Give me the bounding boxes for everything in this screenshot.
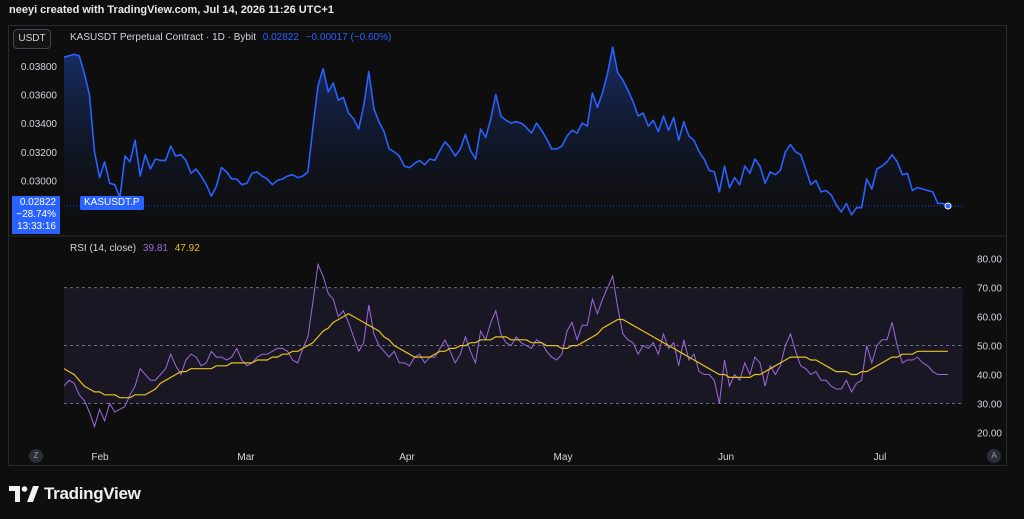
time-axis-tick: May	[554, 452, 573, 463]
rsi-ma-value: 47.92	[174, 243, 200, 254]
time-axis-tick: Apr	[399, 452, 415, 463]
price-legend: KASUSDT Perpetual Contract · 1D · Bybit …	[70, 32, 391, 43]
time-axis-tick: Feb	[91, 452, 109, 463]
rsi-axis-tick: 80.00	[977, 255, 1002, 266]
rsi-title: RSI (14, close)	[70, 243, 137, 254]
price-area-fill	[64, 47, 948, 223]
symbol-tag: KASUSDT.P	[80, 196, 144, 210]
rsi-axis-tick: 60.00	[977, 313, 1002, 324]
rsi-axis-tick: 20.00	[977, 428, 1002, 439]
auto-scale-button[interactable]: A	[987, 449, 1001, 463]
price-axis-tick: 0.03400	[21, 119, 58, 130]
rsi-axis-tick: 30.00	[977, 399, 1002, 410]
last-price-tag: 0.02822 −28.74% 13:33:16	[12, 196, 60, 234]
price-axis-tick: 0.03600	[21, 90, 58, 101]
time-axis-tick: Jun	[718, 452, 734, 463]
last-price-tag-pct: −28.74%	[16, 209, 56, 220]
last-price-marker	[944, 202, 952, 210]
last-price-tag-price: 0.02822	[19, 197, 56, 208]
rsi-legend: RSI (14, close) 39.81 47.92	[70, 243, 200, 254]
time-axis-tick: Mar	[237, 452, 255, 463]
rsi-axis-tick: 70.00	[977, 284, 1002, 295]
tradingview-wordmark: TradingView	[44, 484, 141, 503]
last-price-value: 0.02822	[262, 32, 299, 43]
price-change-value: −0.00017 (−0.60%)	[305, 32, 392, 43]
bar-countdown: 13:33:16	[17, 221, 56, 232]
tradingview-logo: TradingView	[9, 484, 141, 504]
symbol-title: KASUSDT Perpetual Contract · 1D · Bybit	[70, 32, 256, 43]
time-axis-tick: Jul	[874, 452, 887, 463]
currency-button[interactable]: USDT	[13, 29, 51, 49]
rsi-axis-tick: 40.00	[977, 371, 1002, 382]
price-axis-tick: 0.03000	[21, 176, 58, 187]
chart-canvas[interactable]: 0.03800 0.03600 0.03400 0.03200 0.03000 80.00…	[0, 0, 1024, 519]
rsi-value: 39.81	[142, 243, 168, 254]
tradingview-logo-icon	[9, 486, 39, 502]
rsi-axis-tick: 50.00	[977, 342, 1002, 353]
log-scale-button[interactable]: Z	[29, 449, 43, 463]
price-axis-tick: 0.03800	[21, 62, 58, 73]
price-axis-tick: 0.03200	[21, 148, 58, 159]
